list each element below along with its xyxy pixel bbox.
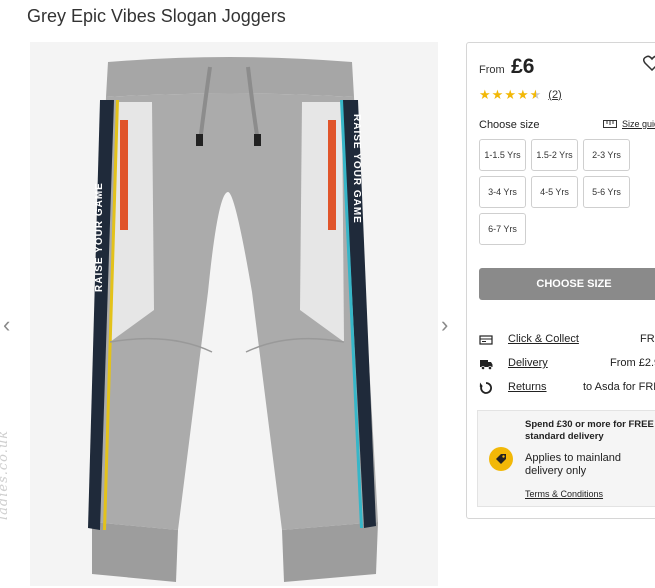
choose-size-label: Choose size [479,119,540,131]
delivery-promo: Spend £30 or more for FREE standard deli… [477,410,655,507]
promo-heading: Spend £30 or more for FREE standard deli… [525,419,654,442]
star-icon: ★ [516,87,529,102]
size-option[interactable]: 1-1.5 Yrs [479,139,526,171]
delivery-value: From £2.95 [610,357,655,369]
size-option[interactable]: 5-6 Yrs [583,176,630,208]
size-guide-label: Size guide [622,119,655,129]
price: £6 [511,55,535,78]
size-option[interactable]: 2-3 Yrs [583,139,630,171]
click-collect-icon [479,335,493,345]
click-collect-value: FREE [640,333,655,345]
price-row: From £6 [479,55,534,79]
product-image: RAISE YOUR GAME RAISE YOUR GAME [30,42,438,586]
garment-print-left: RAISE YOUR GAME [94,182,105,292]
joggers-image [30,42,438,586]
watermark: ladies.co.uk [0,429,11,520]
previous-image-button[interactable]: ‹ [3,314,10,336]
product-panel: From £6 ★ ★ ★ ★ ★ (2) Choose size Size g… [466,42,655,519]
wishlist-heart-icon[interactable] [642,55,655,76]
next-image-button[interactable]: › [441,314,448,336]
returns-link[interactable]: Returns [508,381,547,393]
delivery-link[interactable]: Delivery [508,357,548,369]
size-option[interactable]: 3-4 Yrs [479,176,526,208]
returns-icon [479,382,492,394]
rating-stars[interactable]: ★ ★ ★ ★ ★ (2) [479,88,562,101]
choose-size-button[interactable]: CHOOSE SIZE [479,268,655,300]
service-row-click-collect: Click & Collect FREE [479,333,655,347]
service-row-returns: Returns to Asda for FREE [479,381,655,395]
click-collect-link[interactable]: Click & Collect [508,333,579,345]
garment-print-right: RAISE YOUR GAME [351,114,362,224]
product-title: Grey Epic Vibes Slogan Joggers [27,6,286,26]
star-icon: ★ [504,87,516,102]
tag-icon [489,447,513,471]
returns-value: to Asda for FREE [583,381,655,393]
review-count-link[interactable]: (2) [548,89,561,101]
size-option[interactable]: 6-7 Yrs [479,213,526,245]
promo-body: Applies to mainland delivery only [525,452,622,477]
service-row-delivery: Delivery From £2.95 [479,357,655,371]
star-icon: ★ [479,87,491,102]
ruler-icon [603,120,617,128]
star-icon: ★ [491,87,504,102]
size-guide-link[interactable]: Size guide [603,119,655,129]
price-prefix: From [479,64,505,76]
size-option[interactable]: 4-5 Yrs [531,176,578,208]
delivery-van-icon [480,360,493,370]
terms-conditions-link[interactable]: Terms & Conditions [525,489,603,499]
size-option[interactable]: 1.5-2 Yrs [531,139,578,171]
half-star-icon: ★ [529,87,542,102]
